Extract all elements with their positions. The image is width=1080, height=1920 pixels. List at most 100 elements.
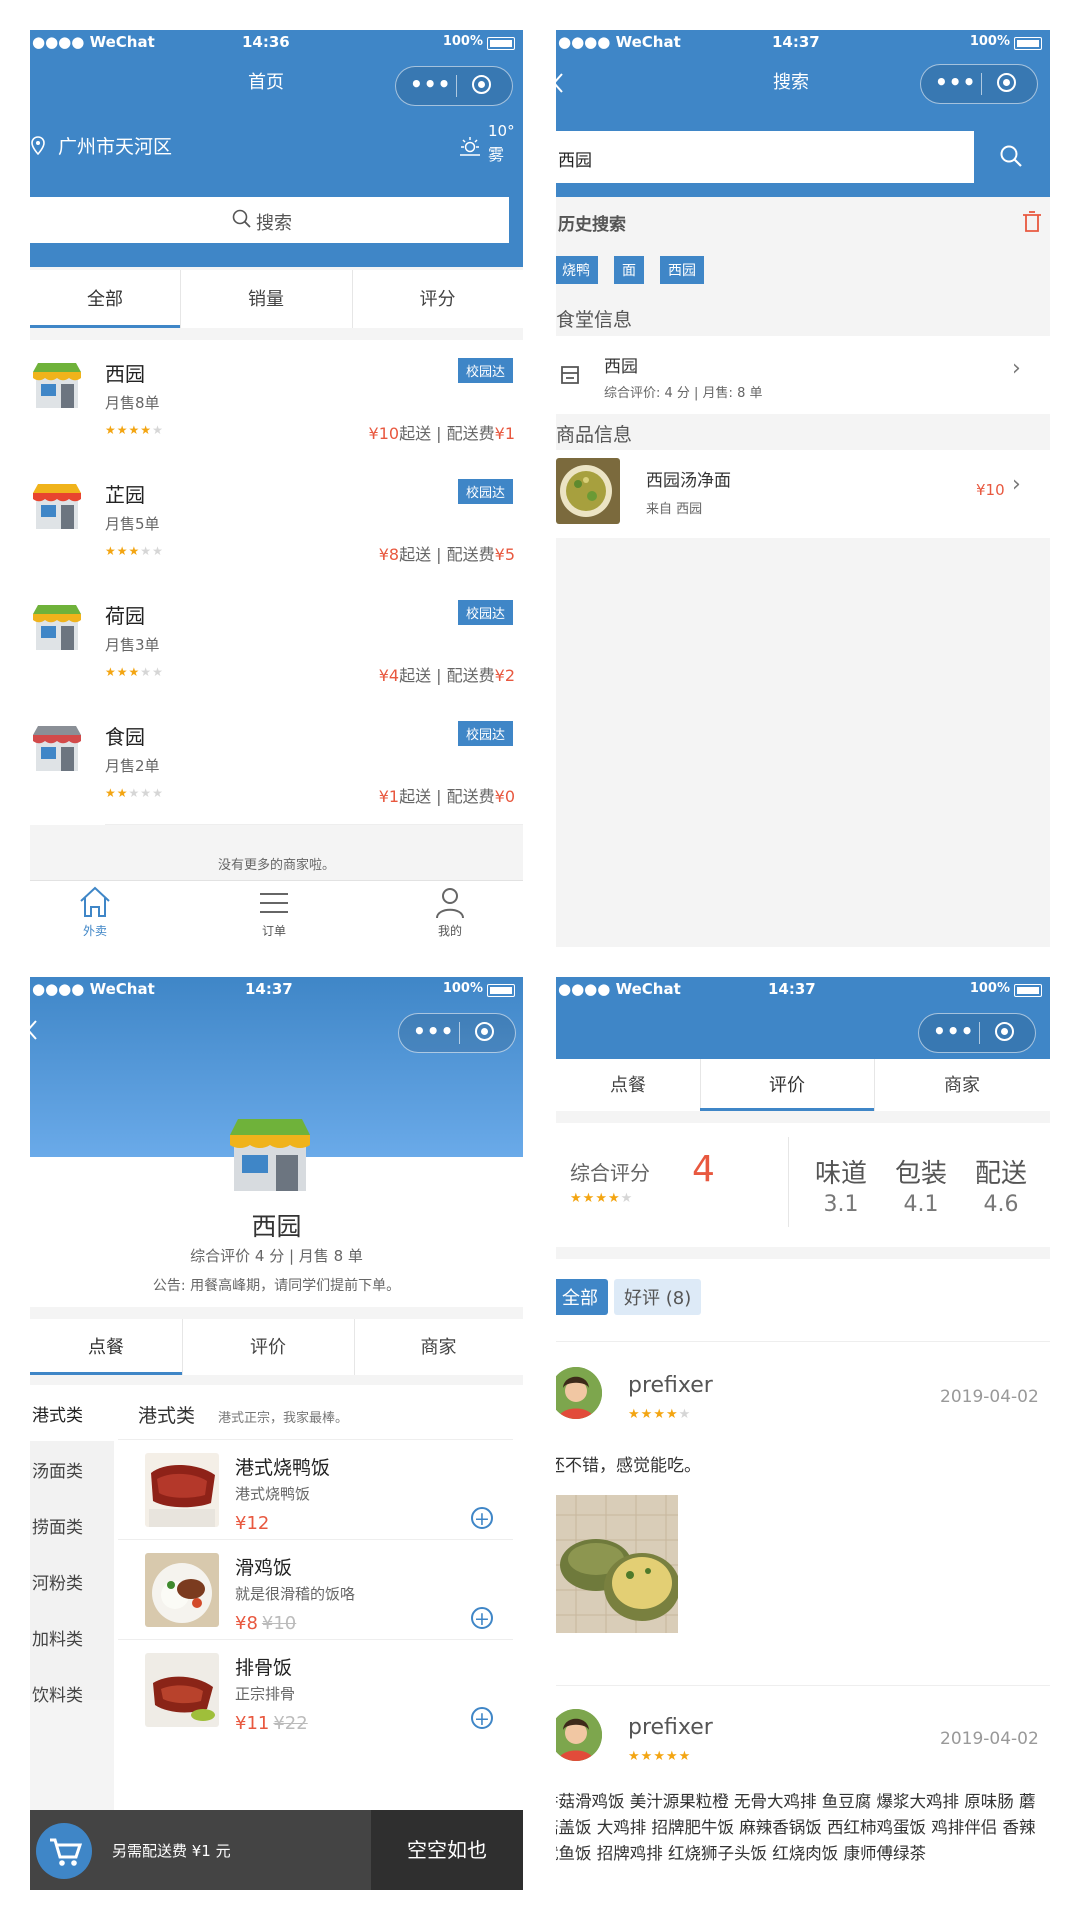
campus-badge: 校园达 [457, 358, 513, 383]
shop-card[interactable]: 荷园 月售3单 ★★★★★ 校园达 ¥4起送 | 配送费¥2 [30, 582, 523, 704]
mini-program-capsule[interactable]: ••• [395, 66, 513, 106]
status-bar: ●●●● WeChat 14:36 100% [30, 30, 523, 54]
food-price: ¥11 ¥22 [235, 1713, 308, 1734]
cart-button[interactable] [36, 1823, 92, 1879]
battery-label: 100% [969, 34, 1010, 49]
shop-sales: 月售5单 [105, 515, 160, 533]
tab-sales[interactable]: 销量 [180, 285, 352, 311]
search-icon[interactable] [999, 144, 1023, 168]
mini-program-capsule[interactable]: ••• [920, 64, 1038, 104]
more-icon[interactable]: ••• [413, 1021, 454, 1041]
shop-card[interactable]: 西园 月售8单 ★★★★★ 校园达 ¥10起送 | 配送费¥1 [30, 340, 523, 462]
nav-label: 订单 [261, 924, 286, 938]
reviews-screen: ●●●● WeChat 14:37 100% ••• 点餐 评价 商家 综合评分… [556, 977, 1050, 1890]
nav-takeout[interactable]: 外卖 [55, 885, 135, 939]
filter-good[interactable]: 好评 (8) [614, 1279, 702, 1315]
home-screen: ●●●● WeChat 14:36 100% 首页 ••• 广州市天河区 10°… [30, 30, 523, 947]
canteen-name: 西园 [604, 357, 638, 377]
location-selector[interactable]: 广州市天河区 [30, 132, 172, 159]
tab-merchant[interactable]: 商家 [354, 1333, 523, 1359]
back-icon[interactable] [556, 72, 564, 94]
review-date: 2019-04-02 [940, 1729, 1039, 1749]
store-icon [32, 483, 82, 531]
shop-name: 西园 [105, 362, 145, 386]
campus-badge: 校园达 [457, 479, 513, 504]
close-miniprogram-icon[interactable] [475, 1022, 494, 1041]
tab-rating[interactable]: 评分 [352, 285, 523, 311]
goods-result[interactable]: 西园汤净面 来自 西园 ¥10 › [556, 450, 1050, 538]
delivery-fee-note: 另需配送费 ¥1 元 [112, 1842, 231, 1860]
status-bar: ●●●● WeChat 14:37 100% [30, 977, 523, 1001]
search-bar[interactable]: 搜索 [30, 197, 509, 243]
cart-bar: 另需配送费 ¥1 元 空空如也 [30, 1810, 523, 1890]
shop-sales: 月售8单 [105, 394, 160, 412]
history-tag[interactable]: 烧鸭 [556, 256, 598, 284]
add-to-cart-icon[interactable]: + [471, 1607, 493, 1630]
search-input[interactable]: 西园 [556, 131, 974, 183]
sub-score-label: 包装 [894, 1159, 947, 1189]
shop-fee: ¥8起送 | 配送费¥5 [378, 545, 515, 564]
store-icon [32, 725, 82, 773]
shop-tabs: 点餐 评价 商家 [556, 1059, 1050, 1111]
store-icon [561, 366, 579, 384]
bottom-nav: 外卖 订单 我的 [30, 880, 523, 947]
more-icon[interactable]: ••• [935, 72, 976, 92]
tab-reviews[interactable]: 评价 [700, 1071, 874, 1097]
category-item[interactable]: 港式类 [32, 1401, 83, 1426]
food-name: 港式烧鸭饭 [235, 1457, 331, 1479]
search-icon [232, 209, 251, 228]
campus-badge: 校园达 [457, 721, 513, 746]
history-tag[interactable]: 西园 [660, 256, 704, 284]
close-miniprogram-icon[interactable] [472, 75, 491, 94]
tab-reviews[interactable]: 评价 [182, 1333, 354, 1359]
battery-icon [487, 37, 515, 50]
food-desc: 就是很滑稽的饭咯 [235, 1585, 356, 1603]
avatar [556, 1367, 602, 1419]
mini-program-capsule[interactable]: ••• [398, 1013, 516, 1053]
canteen-section-title: 食堂信息 [556, 309, 633, 331]
food-photo [145, 1653, 219, 1727]
clock: 14:37 [245, 980, 293, 998]
tab-merchant[interactable]: 商家 [874, 1071, 1050, 1097]
shop-card[interactable]: 芷园 月售5单 ★★★★★ 校园达 ¥8起送 | 配送费¥5 [30, 461, 523, 583]
section-desc: 港式正宗，我家最棒。 [218, 1411, 349, 1426]
sub-score: 味道 3.1 [806, 1153, 876, 1217]
close-miniprogram-icon[interactable] [997, 73, 1016, 92]
food-item[interactable]: 排骨饭 正宗排骨 ¥11 ¥22 + [30, 1639, 523, 1763]
review-stars: ★★★★★ [628, 1749, 692, 1764]
section-title: 港式类 [138, 1405, 196, 1427]
nav-mine[interactable]: 我的 [410, 885, 490, 939]
tab-order[interactable]: 点餐 [556, 1071, 700, 1097]
page-title: 搜索 [773, 72, 809, 93]
trash-icon[interactable] [1022, 211, 1042, 233]
mini-program-capsule[interactable]: ••• [918, 1013, 1036, 1053]
food-name: 排骨饭 [235, 1657, 293, 1679]
more-icon[interactable]: ••• [933, 1021, 974, 1041]
add-to-cart-icon[interactable]: + [471, 1507, 493, 1530]
chevron-right-icon: › [1012, 356, 1021, 381]
add-to-cart-icon[interactable]: + [471, 1707, 493, 1730]
canteen-result[interactable]: 西园 综合评价: 4 分 | 月售: 8 单 › [556, 336, 1050, 414]
store-icon [32, 362, 82, 410]
filter-all[interactable]: 全部 [556, 1279, 608, 1315]
shop-name: 芷园 [105, 483, 145, 507]
nav-orders[interactable]: 订单 [234, 885, 314, 939]
history-tag[interactable]: 面 [614, 256, 644, 284]
food-price: ¥8 ¥10 [235, 1613, 297, 1634]
more-icon[interactable]: ••• [410, 74, 451, 94]
checkout-button[interactable]: 空空如也 [371, 1810, 523, 1890]
shop-rating-stars: ★★★★★ [105, 786, 164, 800]
menu-list-icon [260, 893, 288, 913]
clock: 14:36 [242, 33, 290, 51]
back-icon[interactable] [30, 1019, 38, 1041]
shop-name: 西园 [251, 1212, 302, 1241]
original-price: ¥22 [273, 1713, 308, 1734]
review-photo[interactable] [556, 1495, 678, 1633]
tab-all[interactable]: 全部 [30, 285, 180, 311]
history-title: 历史搜索 [558, 215, 626, 235]
overall-stars: ★★★★★ [570, 1191, 634, 1206]
shop-rating-stars: ★★★★★ [105, 423, 164, 437]
close-miniprogram-icon[interactable] [995, 1022, 1014, 1041]
tab-order[interactable]: 点餐 [30, 1333, 182, 1359]
shop-card[interactable]: 食园 月售2单 ★★★★★ 校园达 ¥1起送 | 配送费¥0 [30, 703, 523, 825]
